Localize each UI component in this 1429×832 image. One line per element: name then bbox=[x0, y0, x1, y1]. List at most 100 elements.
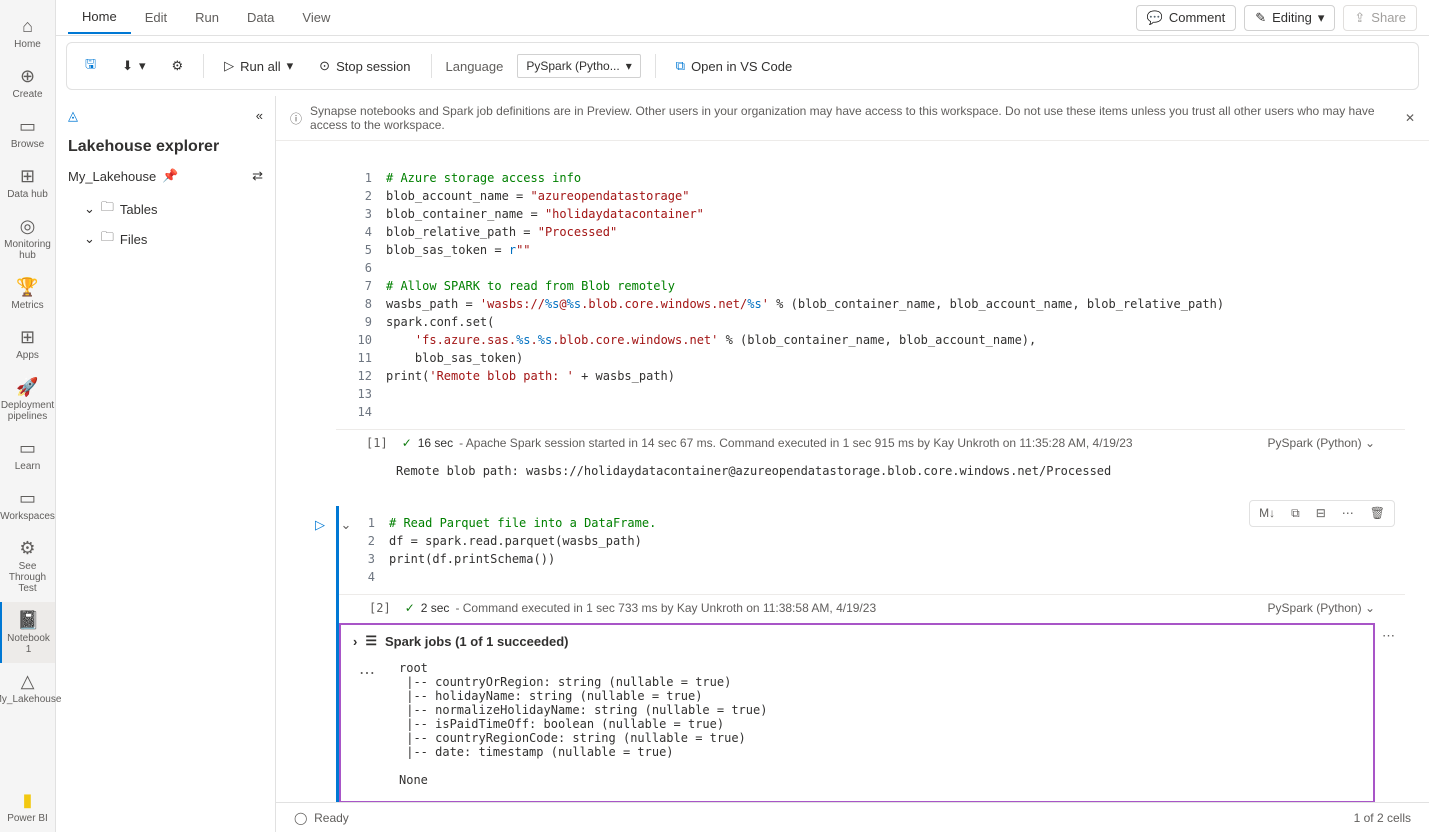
spark-jobs-header[interactable]: › ☰ Spark jobs (1 of 1 succeeded) bbox=[341, 625, 1373, 657]
rail-powerbi[interactable]: ▮Power BI bbox=[0, 782, 55, 832]
close-banner-icon[interactable]: ✕ bbox=[1405, 111, 1415, 125]
rail-datahub[interactable]: ⊞ Data hub bbox=[0, 158, 55, 208]
cell-2-code[interactable]: 1234 # Read Parquet file into a DataFram… bbox=[339, 506, 1405, 621]
gear-icon: ⚙ bbox=[19, 538, 35, 559]
rail-learn[interactable]: ▭Learn bbox=[0, 430, 55, 480]
markdown-tool[interactable]: M↓ bbox=[1253, 504, 1281, 523]
cell-1-code[interactable]: 1234567891011121314 # Azure storage acce… bbox=[336, 161, 1405, 456]
lakehouse-name-row[interactable]: My_Lakehouse 📌 ⇄ bbox=[68, 168, 263, 184]
output-ellipsis[interactable]: ⋯ bbox=[359, 663, 375, 683]
save-button[interactable]: 🖫 bbox=[79, 51, 102, 81]
browse-icon: ▭ bbox=[19, 116, 36, 137]
cell-run-controls: ▷ ⌄ bbox=[309, 514, 357, 536]
rail-seethrough[interactable]: ⚙See Through Test bbox=[0, 530, 55, 602]
notebook-scroll[interactable]: 1234567891011121314 # Azure storage acce… bbox=[276, 141, 1429, 802]
rail-label: Notebook 1 bbox=[4, 633, 53, 655]
chevron-right-icon: › bbox=[353, 634, 357, 649]
settings-button[interactable]: ⚙ bbox=[166, 54, 190, 78]
stop-icon: ⊙ bbox=[319, 58, 330, 74]
rail-apps[interactable]: ⊞Apps bbox=[0, 319, 55, 369]
rail-label: See Through Test bbox=[2, 561, 53, 594]
runall-button[interactable]: ▷Run all▾ bbox=[218, 54, 299, 78]
cell-lang[interactable]: PySpark (Python) ⌄ bbox=[1268, 601, 1375, 615]
apps-icon: ⊞ bbox=[20, 327, 35, 348]
tab-run[interactable]: Run bbox=[181, 2, 233, 33]
run-cell-button[interactable]: ▷ bbox=[309, 514, 331, 536]
cell-lang[interactable]: PySpark (Python) ⌄ bbox=[1268, 436, 1375, 450]
tree-tables[interactable]: ⌄🗀Tables bbox=[68, 194, 263, 224]
pencil-icon: ✎ bbox=[1255, 10, 1266, 26]
home-icon: ⌂ bbox=[22, 16, 33, 37]
rail-label: Power BI bbox=[7, 813, 48, 824]
save-icon: 🖫 bbox=[85, 55, 96, 77]
clear-tool[interactable]: ⊟ bbox=[1310, 504, 1332, 523]
share-button[interactable]: ⇪Share bbox=[1343, 5, 1417, 31]
chevron-down-icon: ▾ bbox=[1318, 10, 1325, 26]
cell-2-status: [2] ✓ 2 sec - Command executed in 1 sec … bbox=[339, 594, 1405, 621]
lang-value: PySpark (Pytho... bbox=[526, 59, 619, 73]
banner-text: Synapse notebooks and Spark job definiti… bbox=[310, 104, 1397, 132]
tab-data[interactable]: Data bbox=[233, 2, 288, 33]
cell-menu-button[interactable]: ⌄ bbox=[335, 514, 357, 536]
collapse-sidebar-icon[interactable]: « bbox=[256, 108, 263, 124]
btn-label: Comment bbox=[1169, 10, 1225, 25]
tree-label: Files bbox=[120, 232, 147, 247]
cell-1-status: [1] ✓ 16 sec - Apache Spark session star… bbox=[336, 429, 1405, 456]
delete-tool[interactable]: 🗑 bbox=[1364, 504, 1391, 523]
rail-label: Deployment pipelines bbox=[1, 400, 54, 422]
rail-home[interactable]: ⌂ Home bbox=[0, 8, 55, 58]
btn-label: Editing bbox=[1272, 10, 1312, 25]
rail-workspaces[interactable]: ▭ Workspaces bbox=[0, 480, 55, 530]
btn-label: Open in VS Code bbox=[691, 59, 792, 74]
tab-view[interactable]: View bbox=[288, 2, 344, 33]
rail-label: Data hub bbox=[7, 189, 48, 200]
cell-1: 1234567891011121314 # Azure storage acce… bbox=[336, 161, 1405, 486]
info-icon: ⓘ bbox=[290, 110, 302, 127]
status-icon: ◯ bbox=[294, 811, 307, 825]
download-button[interactable]: ⬇▾ bbox=[116, 54, 151, 78]
download-icon: ⬇ bbox=[122, 58, 133, 74]
line-numbers: 1234567891011121314 bbox=[336, 169, 386, 421]
main-panel: Home Edit Run Data View 💬Comment ✎ Editin… bbox=[56, 0, 1429, 832]
language-select[interactable]: PySpark (Pytho... ▾ bbox=[517, 54, 640, 78]
tab-edit[interactable]: Edit bbox=[131, 2, 181, 33]
chevron-down-icon: ⌄ bbox=[84, 231, 95, 247]
cell-toolbar: M↓ ⧉ ⊟ ⋯ 🗑 bbox=[1249, 500, 1395, 527]
rail-mylakehouse[interactable]: △My_Lakehouse bbox=[0, 663, 55, 713]
btn-label: Run all bbox=[240, 59, 280, 74]
tab-home[interactable]: Home bbox=[68, 1, 131, 34]
rail-monitoring[interactable]: ◎Monitoring hub bbox=[0, 208, 55, 269]
chevron-down-icon: ▾ bbox=[139, 58, 146, 74]
comment-button[interactable]: 💬Comment bbox=[1136, 5, 1237, 31]
trophy-icon: 🏆 bbox=[16, 277, 38, 298]
rail-label: Workspaces bbox=[0, 511, 55, 522]
cell-1-output: Remote blob path: wasbs://holidaydatacon… bbox=[336, 456, 1405, 486]
tree-files[interactable]: ⌄🗀Files bbox=[68, 224, 263, 254]
btn-label: Stop session bbox=[336, 59, 410, 74]
editing-button[interactable]: ✎ Editing ▾ bbox=[1244, 5, 1335, 31]
pin-icon[interactable]: 📌 bbox=[162, 168, 178, 184]
notebook-icon: 📓 bbox=[17, 610, 39, 631]
chevron-down-icon: ▾ bbox=[626, 59, 632, 73]
rail-metrics[interactable]: 🏆Metrics bbox=[0, 269, 55, 319]
rail-deployment[interactable]: 🚀Deployment pipelines bbox=[0, 369, 55, 430]
rail-label: Home bbox=[14, 39, 41, 50]
stopsession-button[interactable]: ⊙ Stop session bbox=[313, 54, 416, 78]
swap-icon[interactable]: ⇄ bbox=[252, 168, 263, 184]
datahub-icon: ⊞ bbox=[20, 166, 35, 187]
content-area: ◬ « Lakehouse explorer My_Lakehouse 📌 ⇄ … bbox=[56, 96, 1429, 832]
rail-notebook1[interactable]: 📓Notebook 1 bbox=[0, 602, 55, 663]
monitor-icon: ◎ bbox=[20, 216, 36, 237]
rail-browse[interactable]: ▭Browse bbox=[0, 108, 55, 158]
check-icon: ✓ bbox=[405, 601, 415, 615]
workspace-icon: ▭ bbox=[19, 488, 36, 509]
rail-create[interactable]: ⊕Create bbox=[0, 58, 55, 108]
vscode-icon: ⧉ bbox=[676, 58, 685, 74]
output-more-icon[interactable]: ⋯ bbox=[1382, 628, 1395, 644]
duration: 16 sec bbox=[418, 436, 453, 450]
rail-label: Monitoring hub bbox=[2, 239, 53, 261]
openvscode-button[interactable]: ⧉ Open in VS Code bbox=[670, 54, 798, 78]
more-tool[interactable]: ⋯ bbox=[1336, 504, 1360, 523]
code-content[interactable]: # Azure storage access info blob_account… bbox=[386, 169, 1405, 421]
copy-tool[interactable]: ⧉ bbox=[1285, 504, 1306, 523]
